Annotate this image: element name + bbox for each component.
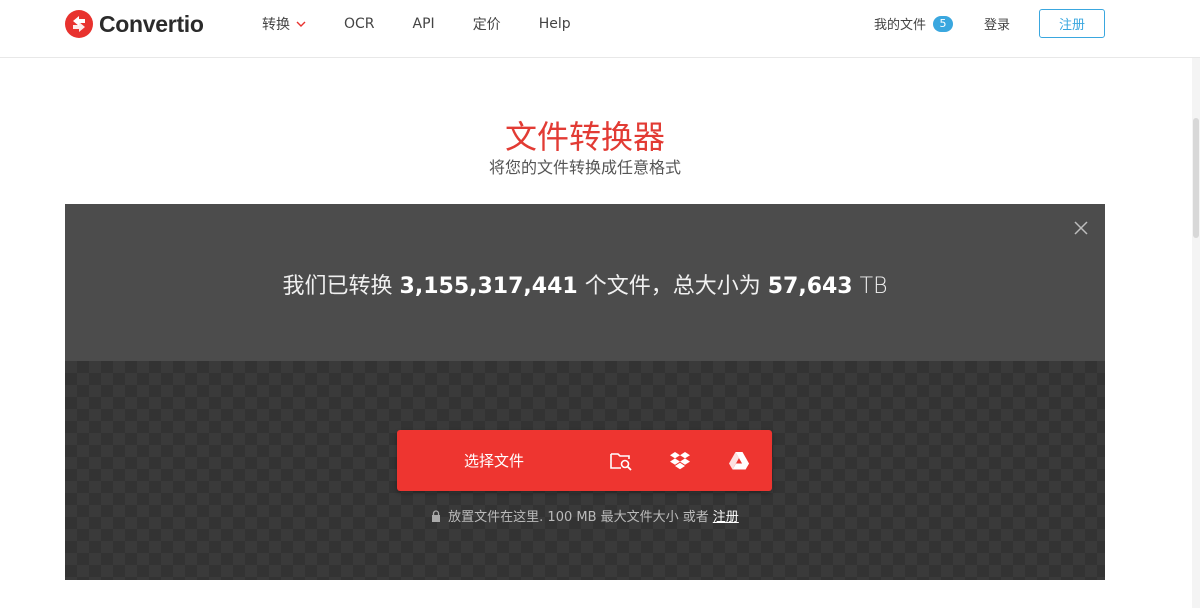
nav-convert-label: 转换 xyxy=(262,17,290,33)
stats-unit: TB xyxy=(859,274,888,299)
login-link[interactable]: 登录 xyxy=(984,14,1010,33)
drop-hint-text: 放置文件在这里. 100 MB 最大文件大小 或者 xyxy=(448,510,709,525)
account-nav: 我的文件 5 登录 注册 xyxy=(874,9,1105,38)
stats-text: 我们已转换 3,155,317,441 个文件，总大小为 57,643 TB xyxy=(65,268,1105,300)
page-subtitle: 将您的文件转换成任意格式 xyxy=(488,158,681,177)
choose-files-button[interactable]: 选择文件 xyxy=(397,430,591,491)
dropbox-button[interactable] xyxy=(650,430,709,491)
signup-hint-link[interactable]: 注册 xyxy=(713,506,739,525)
scrollbar-thumb[interactable] xyxy=(1193,118,1199,238)
header: Convertio 转换 OCR API 定价 Help 我的文件 5 登录 注… xyxy=(0,0,1200,58)
nav-help[interactable]: Help xyxy=(539,14,571,34)
convertio-logo-icon xyxy=(65,10,93,38)
converter-panel: 我们已转换 3,155,317,441 个文件，总大小为 57,643 TB 选… xyxy=(65,204,1105,580)
my-files-link[interactable]: 我的文件 5 xyxy=(874,14,953,33)
stats-banner: 我们已转换 3,155,317,441 个文件，总大小为 57,643 TB xyxy=(65,204,1105,361)
stats-prefix: 我们已转换 xyxy=(282,274,393,299)
my-files-label: 我的文件 xyxy=(873,18,926,33)
signup-button[interactable]: 注册 xyxy=(1039,9,1105,38)
page-title: 文件转换器 xyxy=(504,118,665,156)
upload-bar: 选择文件 xyxy=(397,430,772,491)
from-computer-button[interactable] xyxy=(591,430,650,491)
stats-total-size: 57,643 xyxy=(767,274,853,299)
nav-convert[interactable]: 转换 xyxy=(262,14,306,34)
nav-pricing[interactable]: 定价 xyxy=(473,14,501,34)
my-files-count-badge: 5 xyxy=(932,15,953,32)
close-icon[interactable] xyxy=(1073,220,1089,236)
nav-ocr[interactable]: OCR xyxy=(344,14,375,34)
nav-api[interactable]: API xyxy=(413,14,435,34)
google-drive-button[interactable] xyxy=(709,430,768,491)
logo-text: Convertio xyxy=(99,10,204,37)
folder-search-icon xyxy=(609,452,632,471)
google-drive-icon xyxy=(728,451,749,469)
stats-middle: 个文件，总大小为 xyxy=(584,274,761,299)
lock-icon xyxy=(432,509,441,522)
dropbox-icon xyxy=(669,451,690,469)
drop-zone[interactable]: 选择文件 放置文件在这里. 100 MB 最大文件大小 或者 注册 xyxy=(65,361,1105,580)
logo-link[interactable]: Convertio xyxy=(64,8,204,40)
stats-files-count: 3,155,317,441 xyxy=(399,274,578,299)
chevron-down-icon xyxy=(296,21,306,27)
drop-hint: 放置文件在这里. 100 MB 最大文件大小 或者 注册 xyxy=(65,506,1105,525)
page-scrollbar[interactable] xyxy=(1192,58,1200,608)
main-nav: 转换 OCR API 定价 Help xyxy=(262,14,571,34)
